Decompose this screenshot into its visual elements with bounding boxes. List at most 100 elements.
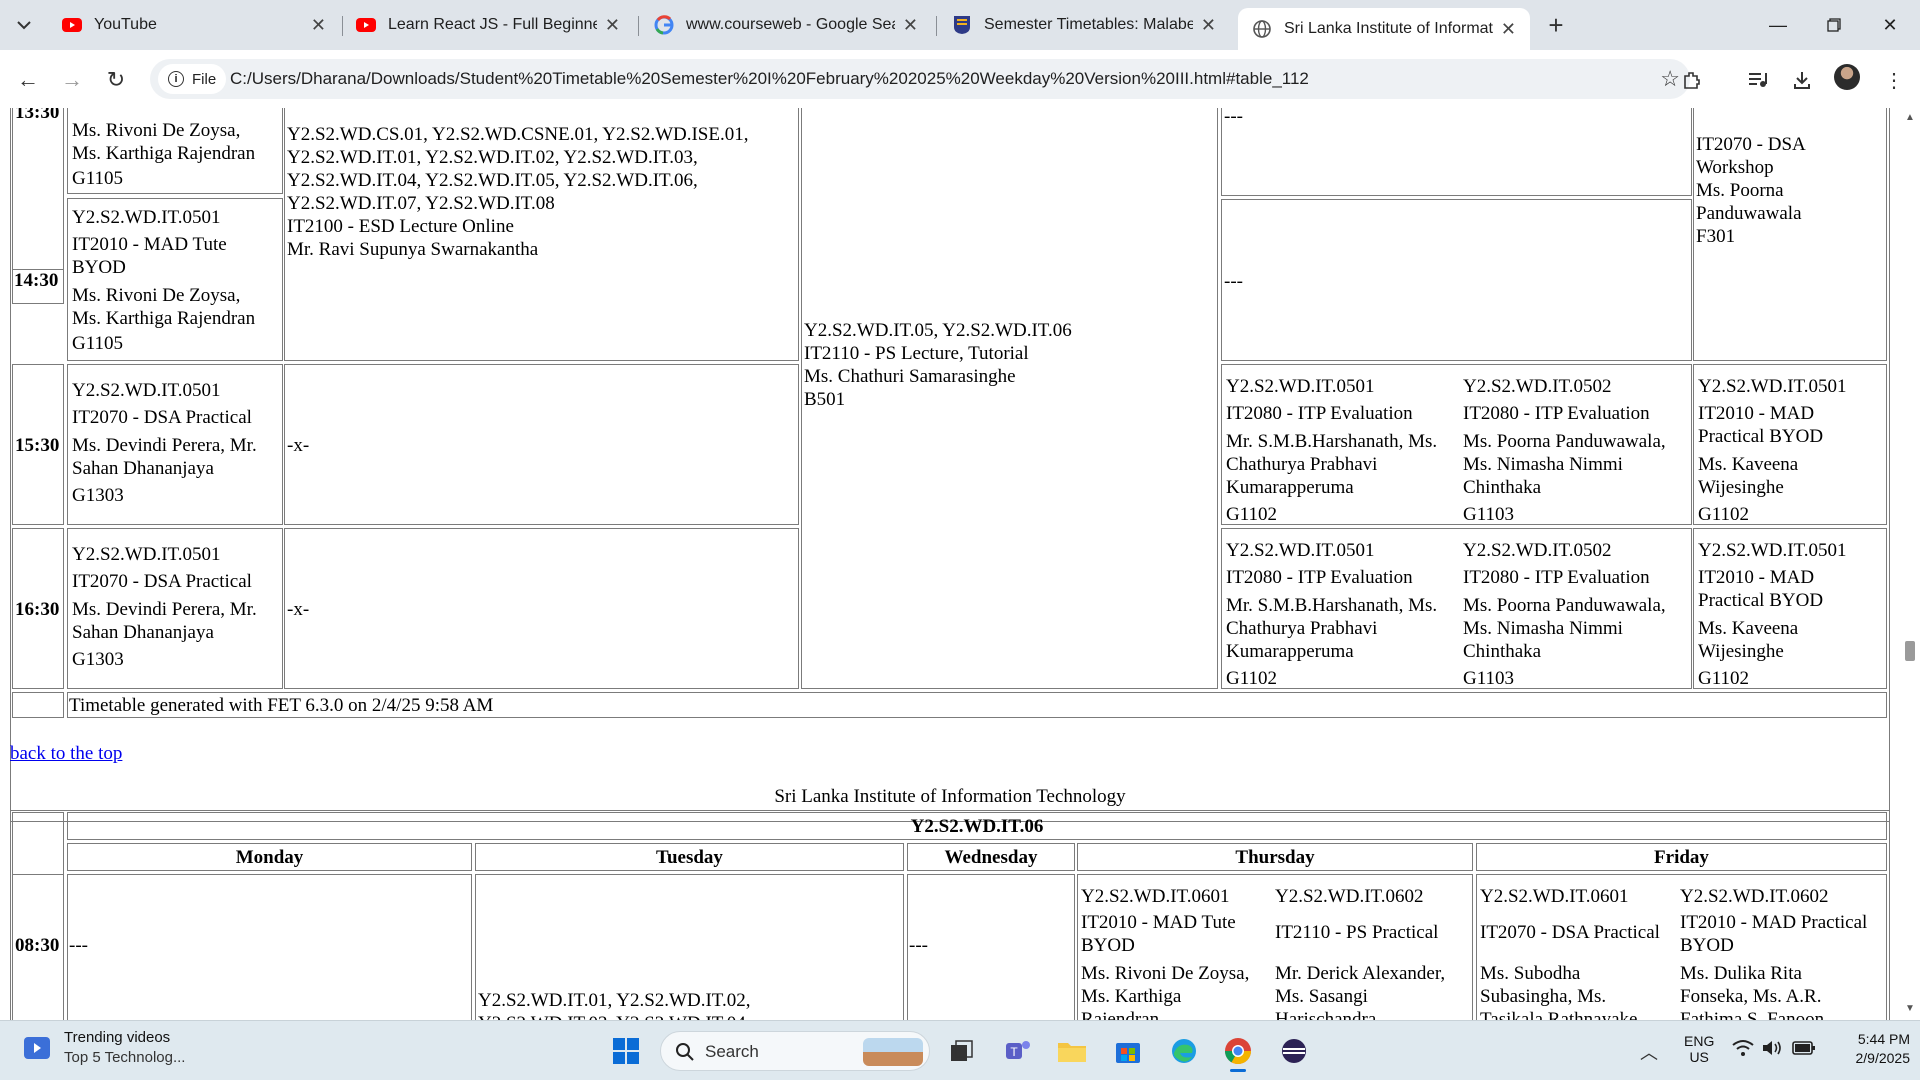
module-label: IT2100 - ESD Lecture Online bbox=[287, 216, 514, 237]
time-label: 13:30 bbox=[15, 108, 60, 123]
language-indicator[interactable]: ENG US bbox=[1684, 1033, 1714, 1065]
module-label: BYOD bbox=[1680, 935, 1734, 956]
youtube-icon bbox=[356, 15, 376, 35]
eclipse-icon[interactable] bbox=[1274, 1031, 1314, 1071]
scrollbar-thumb[interactable] bbox=[1905, 641, 1915, 661]
tab-google[interactable]: www.courseweb - Google Searc ✕ bbox=[640, 8, 932, 42]
module-label: Workshop bbox=[1696, 157, 1774, 178]
tab-youtube[interactable]: YouTube ✕ bbox=[48, 8, 340, 42]
group-label: Y2.S2.WD.IT.0501 bbox=[72, 207, 221, 228]
language-code: ENG bbox=[1684, 1033, 1715, 1049]
windows-start-icon[interactable] bbox=[606, 1031, 646, 1071]
download-icon[interactable] bbox=[1786, 64, 1818, 96]
day-header-tuesday: Tuesday bbox=[475, 843, 904, 871]
restore-button[interactable] bbox=[1804, 0, 1864, 50]
battery-icon[interactable] bbox=[1792, 1040, 1816, 1061]
close-icon[interactable]: ✕ bbox=[903, 15, 918, 36]
tab-title: Learn React JS - Full Beginner's bbox=[388, 16, 597, 33]
tab-react[interactable]: Learn React JS - Full Beginner's ✕ bbox=[342, 8, 634, 42]
footer-text: Timetable generated with FET 6.3.0 on 2/… bbox=[69, 695, 494, 716]
empty-marker: --- bbox=[1224, 108, 1243, 127]
minimize-icon: — bbox=[1769, 14, 1787, 35]
reload-button[interactable]: ↻ bbox=[100, 64, 132, 96]
clock[interactable]: 5:44 PM 2/9/2025 bbox=[1830, 1031, 1911, 1066]
file-explorer-icon[interactable] bbox=[1052, 1031, 1092, 1071]
video-widget-icon[interactable] bbox=[24, 1037, 50, 1059]
staff-line: Chathurya Prabhavi bbox=[1226, 618, 1378, 639]
staff-line: Ms. Subodha bbox=[1480, 963, 1581, 984]
taskbar-search[interactable]: Search bbox=[660, 1031, 930, 1071]
minimize-button[interactable]: — bbox=[1748, 0, 1808, 50]
tab-sliit-active[interactable]: Sri Lanka Institute of Informatio ✕ bbox=[1238, 8, 1530, 50]
group-list-line: Y2.S2.WD.CS.01, Y2.S2.WD.CSNE.01, Y2.S2.… bbox=[287, 124, 749, 145]
room-label: G1102 bbox=[1226, 668, 1278, 689]
site-info-chip[interactable]: i File bbox=[158, 64, 227, 94]
active-app-indicator bbox=[1230, 1069, 1246, 1072]
staff-line: Ms. Poorna bbox=[1696, 180, 1784, 201]
tab-semester-timetables[interactable]: Semester Timetables: Malabe ✕ bbox=[938, 8, 1230, 42]
staff-line: Sahan Dhananjaya bbox=[72, 622, 214, 643]
room-label: G1303 bbox=[72, 649, 124, 670]
wifi-icon[interactable] bbox=[1732, 1039, 1754, 1062]
back-to-top-link[interactable]: back to the top bbox=[10, 742, 122, 765]
day-header-wednesday: Wednesday bbox=[907, 843, 1075, 871]
search-placeholder: Search bbox=[705, 1042, 759, 1061]
tab-title: Sri Lanka Institute of Informatio bbox=[1284, 20, 1493, 37]
group-header: Y2.S2.WD.IT.06 bbox=[910, 816, 1044, 837]
monday-1530-cell: Y2.S2.WD.IT.0501 IT2070 - DSA Practical … bbox=[67, 364, 283, 525]
close-icon[interactable]: ✕ bbox=[1201, 15, 1216, 36]
scroll-up-arrow-icon[interactable]: ▲ bbox=[1905, 112, 1915, 123]
close-window-button[interactable]: ✕ bbox=[1860, 0, 1920, 50]
new-tab-button[interactable]: + bbox=[1540, 8, 1572, 42]
widget-subtitle[interactable]: Top 5 Technolog... bbox=[64, 1049, 185, 1066]
staff-line: Ms. Poorna Panduwawala, bbox=[1463, 431, 1666, 452]
module-label: IT2010 - MAD Practical bbox=[1680, 912, 1868, 933]
staff-line: Ms. Karthiga Rajendran bbox=[72, 308, 256, 329]
task-view-icon[interactable] bbox=[942, 1031, 982, 1071]
edge-icon[interactable] bbox=[1164, 1031, 1204, 1071]
widget-title[interactable]: Trending videos bbox=[64, 1029, 170, 1046]
staff-line: Wijesinghe bbox=[1698, 641, 1784, 662]
time-cell: 15:30 bbox=[12, 364, 64, 525]
staff-line: Ms. Karthiga Rajendran bbox=[72, 143, 256, 164]
url-text[interactable]: C:/Users/Dharana/Downloads/Student%20Tim… bbox=[230, 69, 1309, 89]
staff-line: Ms. Nimasha Nimmi bbox=[1463, 618, 1623, 639]
time-cell: 16:30 bbox=[12, 528, 64, 689]
volume-icon[interactable] bbox=[1762, 1039, 1784, 1062]
group-list-line: Y2.S2.WD.IT.04, Y2.S2.WD.IT.05, Y2.S2.WD… bbox=[287, 170, 698, 191]
chevron-up-icon[interactable]: ︿ bbox=[1640, 1039, 1658, 1065]
media-control-icon[interactable] bbox=[1742, 64, 1774, 96]
keyboard-layout: US bbox=[1689, 1049, 1709, 1065]
extensions-icon[interactable] bbox=[1676, 64, 1708, 96]
thursday-1330-cell: --- bbox=[1221, 108, 1692, 196]
close-icon[interactable]: ✕ bbox=[1501, 19, 1516, 40]
chrome-icon[interactable] bbox=[1218, 1031, 1258, 1072]
profile-avatar[interactable] bbox=[1834, 64, 1860, 90]
group-label: Y2.S2.WD.IT.0501 bbox=[1698, 540, 1847, 561]
staff-line: Ms. Kaveena bbox=[1698, 618, 1799, 639]
menu-kebab-icon[interactable]: ⋮ bbox=[1878, 64, 1910, 96]
address-bar[interactable]: i File C:/Users/Dharana/Downloads/Studen… bbox=[150, 59, 1690, 99]
close-icon[interactable]: ✕ bbox=[605, 15, 620, 36]
wednesday-ps-cell: Y2.S2.WD.IT.05, Y2.S2.WD.IT.06 IT2110 - … bbox=[801, 108, 1218, 689]
tab-search-button[interactable] bbox=[8, 10, 40, 40]
forward-button[interactable]: → bbox=[56, 64, 88, 96]
group-label: Y2.S2.WD.IT.0501 bbox=[72, 380, 221, 401]
tuesday-0830-cell: Y2.S2.WD.IT.01, Y2.S2.WD.IT.02, Y2.S2.WD… bbox=[475, 874, 904, 1020]
time-label: 15:30 bbox=[15, 435, 60, 456]
time-label: 16:30 bbox=[15, 599, 60, 620]
staff-line: Ms. Chathuri Samarasinghe bbox=[804, 366, 1016, 387]
microsoft-store-icon[interactable] bbox=[1108, 1031, 1148, 1071]
page-scrollbar[interactable]: ▲ ▼ bbox=[1900, 108, 1920, 1020]
room-label: G1105 bbox=[72, 333, 124, 354]
back-button[interactable]: ← bbox=[12, 64, 44, 96]
monday-1430-cell: Y2.S2.WD.IT.0501 IT2010 - MAD Tute BYOD … bbox=[67, 198, 283, 361]
teams-icon[interactable]: T bbox=[998, 1031, 1038, 1071]
staff-line: Harischandra bbox=[1275, 1009, 1377, 1020]
close-icon[interactable]: ✕ bbox=[311, 15, 326, 36]
room-label: G1102 bbox=[1698, 504, 1750, 525]
staff-line: Fathima S. Fanoon bbox=[1680, 1009, 1825, 1020]
staff-line: Mr. Ravi Supunya Swarnakantha bbox=[287, 239, 539, 260]
scroll-down-arrow-icon[interactable]: ▼ bbox=[1905, 1003, 1915, 1014]
room-label: G1105 bbox=[72, 168, 124, 189]
